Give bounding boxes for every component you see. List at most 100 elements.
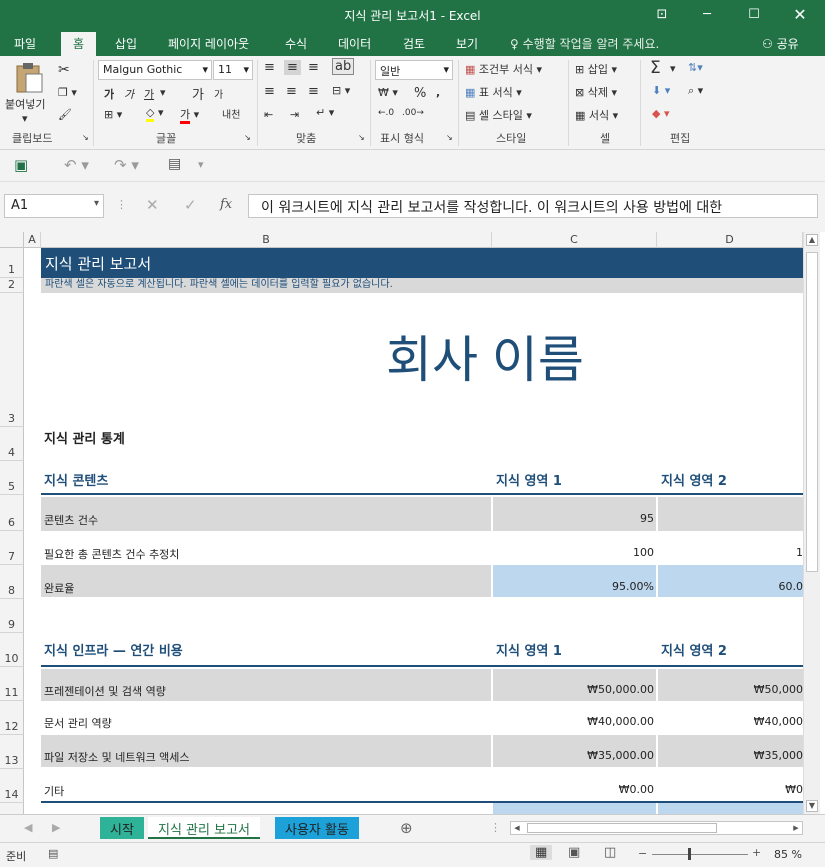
infra-row-value-c[interactable]: ₩0.00 [493, 769, 656, 801]
paste-icon[interactable] [14, 62, 44, 93]
row-header[interactable] [0, 803, 24, 814]
tab-data[interactable]: 데이터 [338, 35, 371, 52]
row-header[interactable]: 6 [0, 495, 24, 531]
merge-center-icon[interactable]: ⊟ ▾ [332, 84, 350, 97]
increase-decimal-icon[interactable]: ←.0 [378, 108, 394, 118]
horizontal-scrollbar[interactable]: ◀ ▶ [510, 821, 803, 835]
align-middle-icon[interactable]: ≡ [284, 60, 301, 75]
clear-icon[interactable]: ◆ ▾ [652, 107, 669, 120]
infra-row-value-c[interactable]: ₩40,000.00 [493, 701, 656, 735]
cut-icon[interactable]: ✂ [58, 62, 70, 78]
tab-file[interactable]: 파일 [14, 35, 36, 52]
row-header[interactable]: 10 [0, 633, 24, 667]
customize-qat-icon[interactable]: ▾ [198, 158, 204, 171]
company-name[interactable]: 회사 이름 [386, 320, 584, 392]
grow-font-button[interactable]: 가 [192, 84, 204, 103]
column-header-c[interactable]: C [492, 232, 657, 248]
maximize-button[interactable]: ☐ [742, 4, 766, 26]
content-row-value-c[interactable]: 95 [493, 497, 656, 531]
row-header[interactable]: 9 [0, 599, 24, 633]
scroll-down-icon[interactable]: ▼ [806, 800, 818, 812]
font-color-button[interactable]: 가 ▾ [180, 106, 199, 124]
format-painter-icon[interactable]: 🖌 [58, 108, 72, 121]
formula-input[interactable]: 이 워크시트에 지식 관리 보고서를 작성합니다. 이 워크시트의 사용 방법에… [248, 194, 818, 218]
decrease-indent-icon[interactable]: ⇤ [264, 108, 273, 121]
sheet-tab-report[interactable]: 지식 관리 보고서 [148, 817, 260, 839]
sort-filter-icon[interactable]: ⇅▾ [688, 61, 703, 74]
font-launcher-icon[interactable]: ↘ [244, 133, 251, 142]
infra-row-label[interactable]: 프레젠테이션 및 검색 역량 [41, 669, 491, 701]
ribbon-display-icon[interactable]: ⊡ [650, 4, 674, 26]
comma-icon[interactable]: , [436, 86, 440, 99]
accounting-format-icon[interactable]: ₩ ▾ [378, 86, 398, 99]
infra-row-value-d[interactable]: ₩0 [658, 769, 803, 801]
infra-row-value-c[interactable]: ₩35,000.00 [493, 735, 656, 767]
row-header[interactable]: 5 [0, 461, 24, 495]
align-center-icon[interactable]: ≡ [286, 84, 297, 99]
hscroll-thumb[interactable] [527, 823, 717, 833]
scroll-right-icon[interactable]: ▶ [790, 822, 802, 834]
tab-insert[interactable]: 삽입 [115, 35, 137, 52]
column-header-b[interactable]: B [41, 232, 492, 248]
sheet-tab-start[interactable]: 시작 [100, 817, 144, 839]
align-top-icon[interactable]: ≡ [264, 60, 275, 75]
next-sheet-icon[interactable]: ▶ [52, 821, 60, 834]
scroll-thumb[interactable] [806, 252, 818, 572]
content-row-label[interactable]: 필요한 총 콘텐츠 건수 추정치 [41, 531, 491, 565]
tell-me-box[interactable]: ♀ 수행할 작업을 알려 주세요. [510, 35, 659, 52]
row-header[interactable]: 4 [0, 427, 24, 461]
sheet-tab-user-activity[interactable]: 사용자 활동 [275, 817, 359, 839]
zoom-slider[interactable] [652, 854, 748, 855]
fill-icon[interactable]: ⬇ ▾ [652, 84, 670, 97]
row-header[interactable]: 1 [0, 248, 24, 278]
column-header-a[interactable]: A [24, 232, 41, 248]
row-header[interactable]: 11 [0, 667, 24, 701]
underline-dropdown-icon[interactable]: ▾ [160, 86, 166, 99]
row-header[interactable]: 8 [0, 565, 24, 599]
autosum-dropdown-icon[interactable]: ▾ [670, 62, 676, 75]
copy-icon[interactable]: ❐ ▾ [58, 86, 77, 99]
infra-row-label[interactable]: 기타 [41, 769, 491, 801]
infra-row-label[interactable]: 파일 저장소 및 네트워크 액세스 [41, 735, 491, 767]
content-row-label[interactable]: 완료율 [41, 565, 491, 597]
content-row-value-c[interactable]: 100 [493, 531, 656, 565]
macro-record-icon[interactable]: ▤ [48, 847, 58, 860]
row-header[interactable]: 2 [0, 278, 24, 293]
cell-style-button[interactable]: ▤ 셀 스타일 ▾ [465, 107, 532, 123]
stats-header[interactable]: 지식 관리 통계 [44, 428, 125, 447]
infra-header[interactable]: 지식 인프라 — 연간 비용 [44, 640, 183, 659]
tab-formulas[interactable]: 수식 [285, 35, 307, 52]
row-header[interactable]: 12 [0, 701, 24, 735]
row-header[interactable]: 13 [0, 735, 24, 769]
align-bottom-icon[interactable]: ≡ [308, 60, 319, 75]
fill-color-icon[interactable]: ◇ ▾ [146, 106, 164, 122]
wrap-text-icon[interactable]: ↵ ▾ [316, 106, 334, 119]
increase-indent-icon[interactable]: ⇥ [290, 108, 299, 121]
zoom-in-icon[interactable]: + [752, 846, 761, 859]
function-icon[interactable]: fx [220, 197, 232, 212]
column-header-d[interactable]: D [657, 232, 803, 248]
border-icon[interactable]: ⊞ ▾ [104, 108, 122, 121]
format-cells-button[interactable]: ▦ 서식 ▾ [575, 107, 618, 123]
scroll-left-icon[interactable]: ◀ [511, 822, 523, 834]
clipboard-launcher-icon[interactable]: ↘ [82, 133, 89, 142]
italic-button[interactable]: 가 [124, 86, 134, 102]
conditional-format-button[interactable]: ▦ 조건부 서식 ▾ [465, 61, 542, 77]
total-cell-d[interactable] [658, 803, 803, 814]
number-launcher-icon[interactable]: ↘ [446, 133, 453, 142]
cancel-icon[interactable]: ✕ [146, 196, 159, 214]
content-row-value-d[interactable] [658, 497, 803, 531]
infra-row-value-c[interactable]: ₩50,000.00 [493, 669, 656, 701]
area1-header[interactable]: 지식 영역 1 [496, 470, 562, 489]
select-all-corner[interactable] [0, 232, 24, 248]
minimize-button[interactable]: ─ [695, 4, 719, 26]
underline-button[interactable]: 가 [144, 86, 154, 102]
row-header[interactable]: 14 [0, 769, 24, 803]
infra-row-value-d[interactable]: ₩40,000 [658, 701, 803, 735]
autosum-icon[interactable]: Σ [650, 58, 661, 78]
content-row-value-d[interactable]: 1 [658, 531, 803, 565]
normal-view-icon[interactable]: ▦ [530, 845, 553, 860]
number-format-combo[interactable]: 일반 ▾ [375, 60, 453, 80]
tab-page-layout[interactable]: 페이지 레이아웃 [168, 35, 249, 52]
find-select-icon[interactable]: ⌕ ▾ [688, 84, 703, 98]
